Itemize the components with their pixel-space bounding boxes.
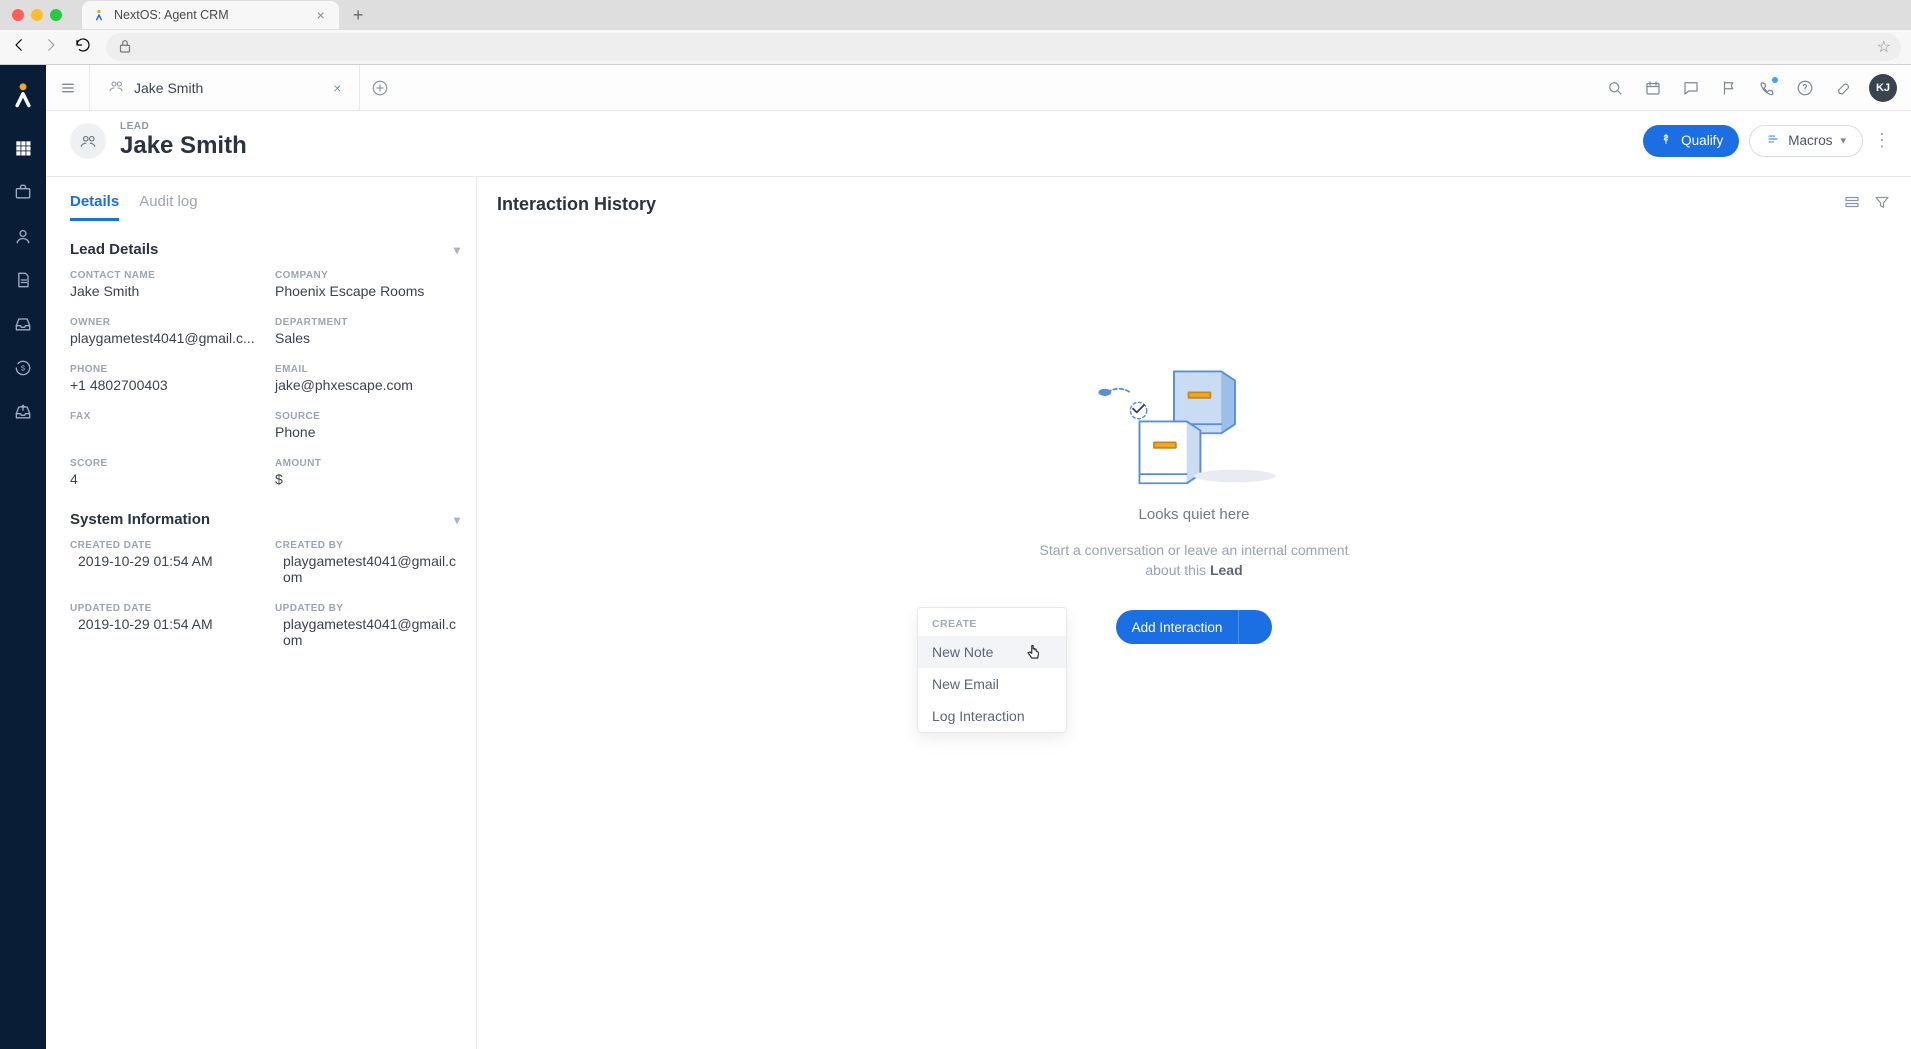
cursor-pointer-icon [1025,643,1043,665]
reload-button[interactable] [74,36,92,59]
back-button[interactable] [10,36,28,59]
field-label: AMOUNT [275,458,460,469]
layout-toggle-icon[interactable] [1843,193,1861,216]
outbox-icon[interactable] [12,401,34,423]
document-icon[interactable] [12,269,34,291]
empty-drawer-icon [1094,356,1294,496]
help-icon[interactable] [1793,76,1817,100]
sidebar-rail: $ [0,65,46,1049]
field-label: UPDATED BY [275,603,460,614]
created-by-value: playgametest4041@gmail.com [275,553,460,585]
field-label: FAX [70,411,255,422]
wrench-icon[interactable] [1831,76,1855,100]
empty-state-subtitle: Start a conversation or leave an interna… [1034,541,1354,580]
workspace-menu-icon[interactable] [46,65,90,110]
field-label: CREATED BY [275,540,460,551]
lead-record-icon [70,123,106,159]
forward-button[interactable] [42,36,60,59]
chevron-down-icon[interactable]: ▾ [454,243,460,257]
field-label: DEPARTMENT [275,317,460,328]
chat-icon[interactable] [1679,76,1703,100]
macros-button[interactable]: Macros ▾ [1749,125,1863,157]
field-label: COMPANY [275,270,460,281]
add-workspace-tab-button[interactable] [360,65,400,110]
department-value: Sales [275,330,460,346]
empty-state-title: Looks quiet here [1139,506,1250,523]
maximize-window-icon[interactable] [50,9,62,21]
search-icon[interactable] [1603,76,1627,100]
field-label: CREATED DATE [70,540,255,551]
user-avatar[interactable]: KJ [1869,74,1897,102]
window-controls[interactable] [12,9,62,21]
dropdown-item-new-note[interactable]: New Note [918,636,1066,668]
favicon-icon [92,8,106,22]
browser-tab-title: NextOS: Agent CRM [114,8,229,22]
add-interaction-button[interactable]: Add Interaction [1116,610,1239,644]
bookmark-star-icon[interactable]: ☆ [1877,37,1891,57]
record-name: Jake Smith [120,132,247,160]
dropdown-section-header: CREATE [918,608,1066,636]
section-lead-details[interactable]: Lead Details ▾ [70,241,460,258]
dollar-icon [1659,132,1673,149]
new-tab-button[interactable]: + [353,5,364,26]
field-label: EMAIL [275,364,460,375]
add-interaction-dropdown: CREATE New Note New Email Log Interactio… [917,607,1067,733]
macros-icon [1766,132,1780,149]
amount-value: $ [275,471,460,487]
lock-icon [116,37,134,58]
add-interaction-dropdown-toggle[interactable] [1238,610,1272,644]
contact-icon[interactable] [12,225,34,247]
close-workspace-tab-icon[interactable]: × [333,80,341,96]
field-label: UPDATED DATE [70,603,255,614]
more-actions-icon[interactable]: ⋮ [1873,130,1891,151]
record-type-label: LEAD [120,121,247,132]
address-bar[interactable]: ☆ [106,33,1901,61]
workspace-tab-label: Jake Smith [134,80,203,96]
tab-details[interactable]: Details [70,193,119,221]
filter-icon[interactable] [1873,193,1891,216]
close-window-icon[interactable] [12,9,24,21]
field-label: PHONE [70,364,255,375]
contact-name-value: Jake Smith [70,283,255,299]
field-label: OWNER [70,317,255,328]
updated-date-value: 2019-10-29 01:54 AM [70,616,255,632]
field-label: CONTACT NAME [70,270,255,281]
dropdown-item-log-interaction[interactable]: Log Interaction [918,700,1066,732]
owner-value: playgametest4041@gmail.c... [70,330,255,346]
interaction-history-title: Interaction History [497,194,656,215]
email-value: jake@phxescape.com [275,377,460,393]
source-value: Phone [275,424,460,440]
chevron-down-icon: ▾ [1840,134,1846,147]
flag-icon[interactable] [1717,76,1741,100]
company-value: Phoenix Escape Rooms [275,283,460,299]
calendar-icon[interactable] [1641,76,1665,100]
minimize-window-icon[interactable] [31,9,43,21]
updated-by-value: playgametest4041@gmail.com [275,616,460,648]
score-value: 4 [70,471,255,487]
svg-text:$: $ [21,364,26,373]
inbox-icon[interactable] [12,313,34,335]
field-label: SOURCE [275,411,460,422]
phone-value: +1 4802700403 [70,377,255,393]
phone-icon[interactable] [1755,76,1779,100]
workspace-tab[interactable]: Jake Smith × [90,65,360,110]
apps-grid-icon[interactable] [12,137,34,159]
lead-tab-icon [108,78,124,97]
qualify-button[interactable]: Qualify [1643,125,1739,157]
briefcase-icon[interactable] [12,181,34,203]
refresh-dollar-icon[interactable]: $ [12,357,34,379]
browser-tab[interactable]: NextOS: Agent CRM × [82,1,339,29]
brand-logo-icon[interactable] [5,75,41,115]
created-date-value: 2019-10-29 01:54 AM [70,553,255,569]
tab-audit-log[interactable]: Audit log [139,193,197,221]
field-label: SCORE [70,458,255,469]
close-tab-icon[interactable]: × [317,7,325,23]
dropdown-item-new-email[interactable]: New Email [918,668,1066,700]
chevron-down-icon[interactable]: ▾ [454,513,460,527]
section-system-info[interactable]: System Information ▾ [70,511,460,528]
